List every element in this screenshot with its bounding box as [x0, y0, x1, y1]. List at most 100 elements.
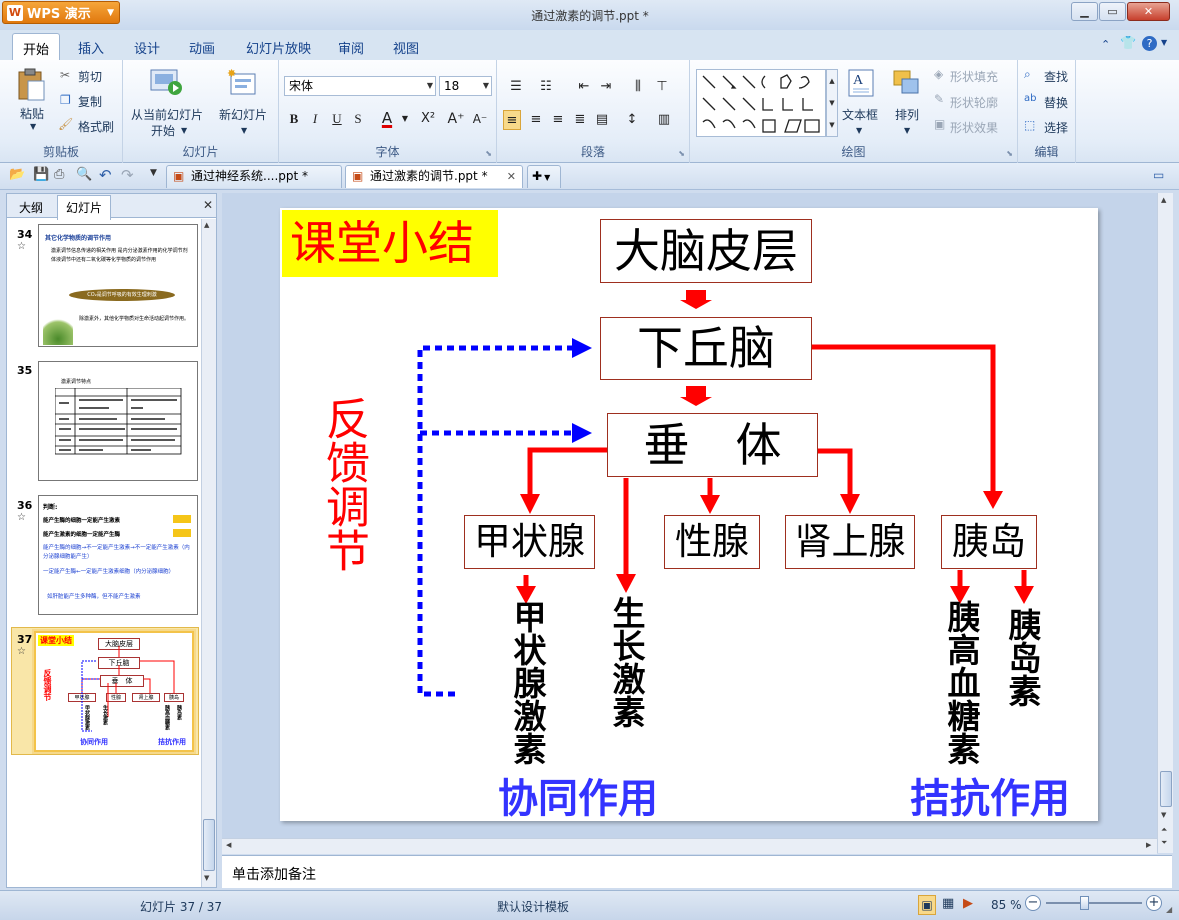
doc-tab-nervous[interactable]: ▣ 通过神经系统....ppt * [166, 165, 342, 188]
copy-button[interactable]: 复制 [78, 93, 102, 110]
scroll-down-icon[interactable]: ▼ [204, 874, 209, 882]
shrink-font-icon[interactable]: A⁻ [471, 109, 489, 129]
grow-font-icon[interactable]: A⁺ [447, 109, 465, 129]
help-icon[interactable]: ? [1142, 36, 1157, 51]
start-label[interactable]: 开始 [151, 122, 175, 139]
glucagon-label[interactable]: 胰高血糖素 [941, 600, 981, 765]
zoom-slider-handle[interactable] [1080, 896, 1089, 910]
slide-canvas[interactable]: 课堂小结 反馈调节 大脑皮层 下丘脑 垂 体 甲状腺 性腺 肾上腺 胰岛 甲状腺… [280, 208, 1098, 821]
close-pane-icon[interactable]: ✕ [203, 198, 213, 212]
scroll-right-icon[interactable]: ▶ [1146, 841, 1151, 849]
chevron-down-icon[interactable]: ▼ [181, 126, 187, 135]
scroll-down-icon[interactable]: ▼ [1161, 811, 1166, 819]
slideshow-from-current-icon[interactable] [149, 66, 183, 98]
numbered-list-icon[interactable]: ☷ [537, 77, 555, 97]
distribute-icon[interactable]: ▤ [593, 110, 611, 130]
shape-effect-button[interactable]: 形状效果 [950, 119, 998, 136]
restore-pane-icon[interactable]: ▭ [1153, 168, 1164, 182]
next-slide-icon[interactable]: ⏷ [1161, 838, 1167, 848]
growth-hormone-label[interactable]: 生长激素 [606, 596, 646, 728]
slide-sorter-icon[interactable]: ▦ [942, 896, 954, 911]
tab-view[interactable]: 视图 [393, 36, 419, 59]
arrange-icon[interactable] [891, 68, 923, 98]
align-right-icon[interactable]: ≡ [549, 110, 567, 130]
edit-vertical-scrollbar[interactable]: ▲ ▼ ⏶ ⏷ [1157, 193, 1173, 853]
columns-icon[interactable]: ▥ [655, 110, 673, 130]
chevron-down-icon[interactable]: ▼ [396, 109, 414, 129]
minimize-button[interactable]: ▁ [1071, 2, 1098, 21]
paste-icon[interactable] [16, 68, 46, 102]
tab-slides[interactable]: 幻灯片 [57, 195, 112, 220]
justify-icon[interactable]: ≣ [571, 110, 589, 130]
zoom-out-button[interactable]: − [1025, 895, 1041, 911]
slide-thumbnail-37[interactable]: 课堂小结 大脑皮层 下丘脑 垂 体 甲状腺 性腺 肾上腺 胰岛 反馈调节 甲状腺… [34, 631, 194, 752]
chevron-down-icon[interactable]: ▼ [30, 122, 36, 131]
chevron-down-icon[interactable]: ▼ [241, 126, 247, 135]
font-name-select[interactable]: 宋体 ▼ [284, 76, 436, 96]
redo-icon[interactable]: ↷ [121, 166, 134, 184]
tab-outline[interactable]: 大纲 [11, 197, 51, 218]
shape-fill-button[interactable]: 形状填充 [950, 68, 998, 85]
new-slide-label[interactable]: 新幻灯片 [219, 106, 267, 123]
font-color-icon[interactable]: A [378, 108, 396, 128]
scroll-up-icon[interactable]: ▲ [1161, 196, 1166, 204]
open-folder-icon[interactable]: 📂 [9, 167, 25, 182]
normal-view-icon[interactable]: ▣ [918, 895, 936, 915]
customize-qat-icon[interactable]: ▼ [150, 168, 157, 178]
new-slide-icon[interactable]: ✸ [227, 67, 257, 98]
close-button[interactable]: ✕ [1127, 2, 1170, 21]
decrease-indent-icon[interactable]: ⇤ [575, 77, 593, 97]
insulin-label[interactable]: 胰岛素 [1002, 608, 1042, 707]
shape-gallery[interactable] [696, 69, 826, 137]
tab-slideshow[interactable]: 幻灯片放映 [246, 36, 311, 59]
replace-button[interactable]: 替换 [1044, 94, 1068, 111]
slideshow-view-icon[interactable]: ▶ [963, 896, 973, 911]
dialog-launcher-icon[interactable]: ⬊ [1006, 149, 1013, 158]
bullet-list-icon[interactable]: ☰ [507, 77, 525, 97]
collapse-ribbon-icon[interactable]: ⌃ [1101, 38, 1110, 51]
text-direction-icon[interactable]: ⫼ [629, 77, 647, 97]
align-center-icon[interactable]: ≡ [527, 110, 545, 130]
chevron-down-icon[interactable]: ▼ [904, 126, 910, 135]
zoom-in-button[interactable]: + [1146, 895, 1162, 911]
scroll-up-icon[interactable]: ▲ [204, 221, 209, 229]
textbox-label[interactable]: 文本框 [842, 106, 878, 123]
resize-grip-icon[interactable]: ◢ [1166, 905, 1172, 914]
tab-design[interactable]: 设计 [134, 36, 160, 59]
print-preview-icon[interactable]: 🔍 [76, 167, 92, 182]
paste-label[interactable]: 粘贴 [20, 105, 44, 122]
thyroxine-label[interactable]: 甲状腺激素 [507, 600, 547, 765]
chevron-down-icon[interactable]: ▼ [856, 126, 862, 135]
increase-indent-icon[interactable]: ⇥ [597, 77, 615, 97]
italic-button[interactable]: I [306, 109, 324, 129]
new-tab-button[interactable]: ✚ ▼ [527, 165, 561, 188]
shape-gallery-scroll[interactable]: ▲ ▼ ▼ [826, 69, 838, 137]
zoom-slider-track[interactable] [1046, 902, 1142, 904]
scroll-thumb[interactable] [1160, 771, 1172, 807]
superscript-icon[interactable]: X² [419, 109, 437, 129]
notes-pane[interactable]: 单击添加备注 [222, 855, 1172, 888]
find-button[interactable]: 查找 [1044, 68, 1068, 85]
from-current-label[interactable]: 从当前幻灯片 [131, 106, 203, 123]
chevron-down-icon[interactable]: ▼ [1161, 38, 1167, 47]
tab-insert[interactable]: 插入 [78, 36, 104, 59]
dialog-launcher-icon[interactable]: ⬊ [485, 149, 492, 158]
tab-review[interactable]: 审阅 [338, 36, 364, 59]
slide-thumbnail-36[interactable]: 判断: 能产生酶的细胞一定能产生激素 能产生激素的细胞一定能产生酶 能产生酶的细… [38, 495, 198, 615]
scroll-left-icon[interactable]: ◀ [226, 841, 231, 849]
align-left-icon[interactable]: ≡ [503, 110, 521, 130]
align-text-icon[interactable]: ⊤ [653, 77, 671, 97]
edit-horizontal-scrollbar[interactable]: ◀ ▶ [222, 838, 1157, 854]
doc-tab-hormone[interactable]: ▣ 通过激素的调节.ppt * ✕ [345, 165, 523, 188]
dialog-launcher-icon[interactable]: ⬊ [678, 149, 685, 158]
tab-animation[interactable]: 动画 [189, 36, 215, 59]
antagonism-label[interactable]: 拮抗作用 [910, 766, 1070, 821]
scroll-thumb[interactable] [203, 819, 215, 871]
line-spacing-icon[interactable]: ↕ [623, 110, 641, 130]
print-icon[interactable]: ⎙ [54, 167, 64, 182]
shadow-button[interactable]: S [349, 109, 367, 129]
undo-icon[interactable]: ↶ [99, 166, 112, 184]
wps-menu-button[interactable]: W WPS 演示 ▼ [2, 1, 120, 24]
previous-slide-icon[interactable]: ⏶ [1161, 825, 1167, 835]
maximize-button[interactable]: ▭ [1099, 2, 1126, 21]
